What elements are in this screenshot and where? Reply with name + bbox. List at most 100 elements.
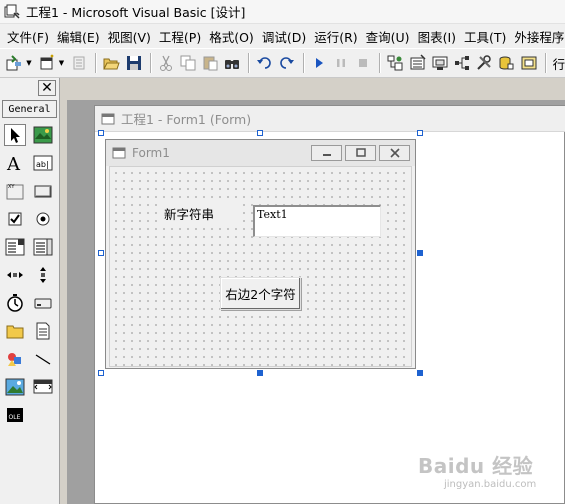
form-layout-icon[interactable] — [430, 52, 450, 74]
add-project-icon[interactable] — [4, 52, 24, 74]
combobox-tool-icon[interactable] — [4, 236, 26, 258]
listbox-tool-icon[interactable] — [32, 236, 54, 258]
object-browser-icon[interactable] — [452, 52, 472, 74]
resize-handle-top-left[interactable] — [98, 130, 104, 136]
component-manager-icon[interactable] — [518, 52, 538, 74]
toolbar-separator — [379, 53, 382, 73]
designer-title-bar[interactable]: 工程1 - Form1 (Form) — [95, 106, 565, 132]
optionbutton-tool-icon[interactable] — [32, 208, 54, 230]
resize-handle-bottom-right[interactable] — [417, 370, 423, 376]
command1-button[interactable]: 右边2个字符 — [220, 277, 301, 310]
minimize-button[interactable] — [311, 145, 342, 161]
picturebox-tool-icon[interactable] — [32, 124, 54, 146]
baidu-watermark: Baidu 经验 jingyan.baidu.com — [418, 450, 536, 490]
form1-window[interactable]: Form1 — [105, 139, 416, 369]
timer-tool-icon[interactable] — [4, 292, 26, 314]
properties-window-icon[interactable] — [408, 52, 428, 74]
line-tool-icon[interactable] — [32, 348, 54, 370]
textbox-tool-icon[interactable]: ab| — [32, 152, 54, 174]
toolbox-icon[interactable] — [474, 52, 494, 74]
toolbar-separator — [302, 53, 305, 73]
watermark-main-text: Baidu 经验 — [418, 454, 534, 478]
resize-handle-bottom-left[interactable] — [98, 370, 104, 376]
filelistbox-tool-icon[interactable] — [32, 320, 54, 342]
project-explorer-icon[interactable] — [385, 52, 405, 74]
open-project-icon[interactable] — [101, 52, 121, 74]
toolbar-separator — [544, 53, 547, 73]
menu-view[interactable]: 视图(V) — [105, 27, 156, 46]
copy-icon[interactable] — [178, 52, 198, 74]
designer-title: 工程1 - Form1 (Form) — [121, 112, 252, 127]
find-icon[interactable] — [222, 52, 242, 74]
toolbar-separator — [248, 53, 251, 73]
shape-tool-icon[interactable] — [4, 348, 26, 370]
data-tool-icon[interactable] — [32, 376, 54, 398]
commandbutton-tool-icon[interactable] — [32, 180, 54, 202]
toolbar-separator — [149, 53, 152, 73]
frame-tool-icon[interactable]: XY — [4, 180, 26, 202]
toolbox-panel: ✕ General A ab| XY OLE — [0, 78, 60, 504]
form1-icon — [112, 147, 126, 159]
menu-tools[interactable]: 工具(T) — [461, 27, 511, 46]
label-tool-icon[interactable]: A — [4, 152, 26, 174]
vscrollbar-tool-icon[interactable] — [32, 264, 54, 286]
form-window-icon — [101, 113, 115, 124]
menu-run[interactable]: 运行(R) — [311, 27, 362, 46]
hscrollbar-tool-icon[interactable] — [4, 264, 26, 286]
standard-toolbar: ▼ ▼ 行 — [0, 48, 565, 78]
end-icon[interactable] — [353, 52, 373, 74]
menu-file[interactable]: 文件(F) — [4, 27, 54, 46]
svg-text:OLE: OLE — [9, 414, 21, 421]
svg-text:A: A — [6, 154, 21, 173]
vb-app-icon — [4, 4, 20, 19]
paste-icon[interactable] — [200, 52, 220, 74]
minimize-icon — [322, 154, 331, 156]
close-icon — [389, 148, 400, 158]
window-title: 工程1 - Microsoft Visual Basic [设计] — [26, 5, 246, 20]
maximize-button[interactable] — [345, 145, 376, 161]
form1-client-area[interactable] — [109, 166, 412, 367]
resize-handle-middle-right[interactable] — [417, 250, 423, 256]
pointer-tool-icon[interactable] — [4, 124, 26, 146]
menu-editor-icon[interactable] — [69, 52, 89, 74]
checkbox-tool-icon[interactable] — [4, 208, 26, 230]
title-bar: 工程1 - Microsoft Visual Basic [设计] — [0, 0, 565, 24]
text1-textbox[interactable]: Text1 — [253, 205, 381, 237]
resize-handle-top-right[interactable] — [417, 130, 423, 136]
menu-addins[interactable]: 外接程序(A) — [511, 27, 565, 46]
menu-diagram[interactable]: 图表(I) — [415, 27, 461, 46]
menu-query[interactable]: 查询(U) — [363, 27, 415, 46]
menu-bar: 文件(F) 编辑(E) 视图(V) 工程(P) 格式(O) 调试(D) 运行(R… — [0, 24, 565, 48]
start-icon[interactable] — [309, 52, 329, 74]
svg-text:ab|: ab| — [36, 160, 49, 169]
resize-handle-middle-left[interactable] — [98, 250, 104, 256]
data-view-icon[interactable] — [496, 52, 516, 74]
maximize-icon — [355, 148, 366, 157]
watermark-sub-text: jingyan.baidu.com — [444, 479, 537, 490]
toolbox-close-button[interactable]: ✕ — [38, 80, 56, 96]
add-project-dropdown-icon[interactable]: ▼ — [26, 59, 33, 67]
undo-icon[interactable] — [254, 52, 274, 74]
resize-handle-top-middle[interactable] — [257, 130, 263, 136]
toolbar-overflow-text: 行 — [552, 56, 565, 72]
cut-icon[interactable] — [156, 52, 176, 74]
menu-edit[interactable]: 编辑(E) — [54, 27, 105, 46]
add-form-dropdown-icon[interactable]: ▼ — [59, 59, 66, 67]
menu-project[interactable]: 工程(P) — [156, 27, 206, 46]
close-button[interactable] — [379, 145, 410, 161]
resize-handle-bottom-middle[interactable] — [257, 370, 263, 376]
menu-format[interactable]: 格式(O) — [206, 27, 259, 46]
menu-debug[interactable]: 调试(D) — [259, 27, 311, 46]
form1-title: Form1 — [132, 146, 170, 160]
redo-icon[interactable] — [277, 52, 297, 74]
dirlistbox-tool-icon[interactable] — [4, 320, 26, 342]
break-icon[interactable] — [331, 52, 351, 74]
ole-tool-icon[interactable]: OLE — [4, 404, 26, 426]
label1-new-string[interactable]: 新字符串 — [160, 201, 240, 225]
toolbar-separator — [95, 53, 98, 73]
toolbox-general-tab[interactable]: General — [2, 100, 57, 118]
drivelistbox-tool-icon[interactable] — [32, 292, 54, 314]
save-project-icon[interactable] — [123, 52, 143, 74]
add-form-icon[interactable] — [37, 52, 57, 74]
image-tool-icon[interactable] — [4, 376, 26, 398]
